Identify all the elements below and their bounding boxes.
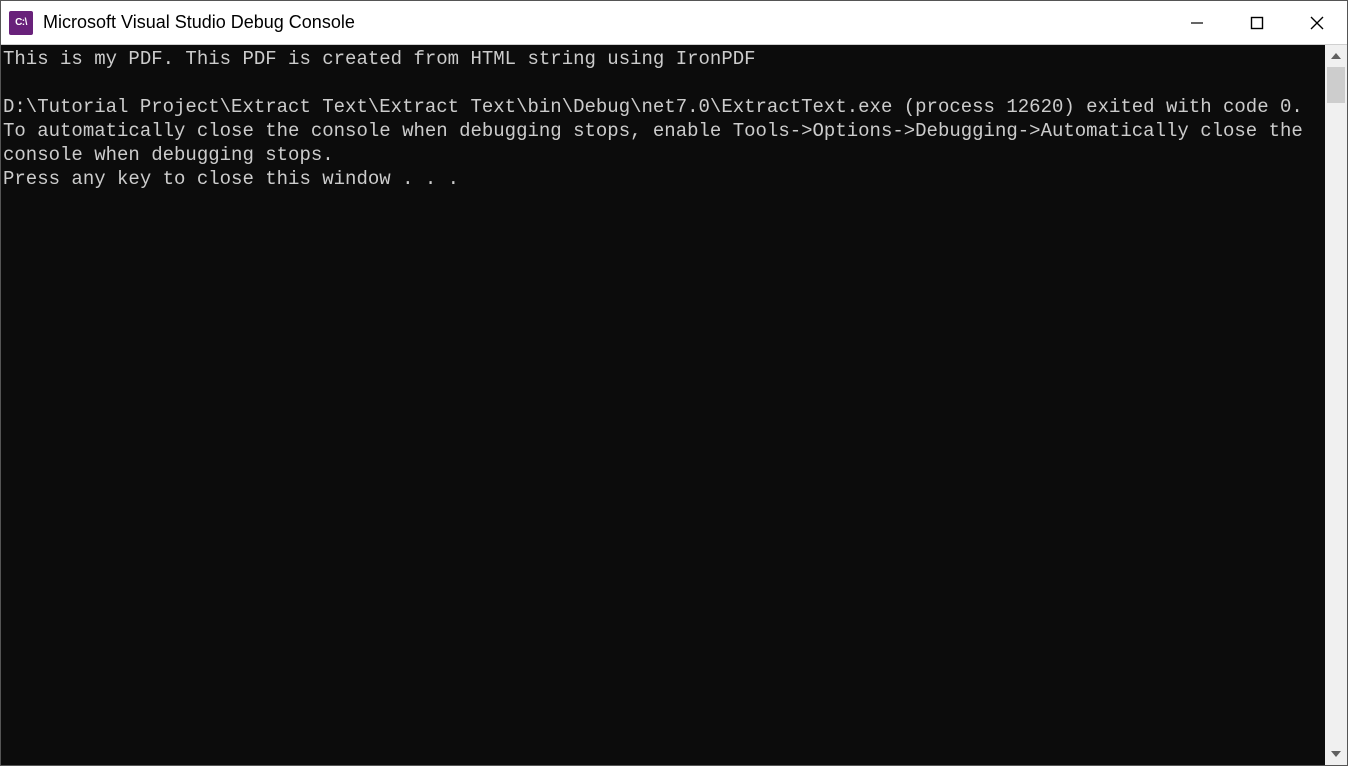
window-title: Microsoft Visual Studio Debug Console: [43, 12, 1167, 33]
vertical-scrollbar[interactable]: [1325, 45, 1347, 765]
minimize-button[interactable]: [1167, 1, 1227, 44]
maximize-icon: [1250, 16, 1264, 30]
minimize-icon: [1190, 16, 1204, 30]
scroll-up-button[interactable]: [1325, 45, 1347, 67]
close-icon: [1310, 16, 1324, 30]
chevron-down-icon: [1331, 751, 1341, 757]
scroll-down-button[interactable]: [1325, 743, 1347, 765]
app-icon: C:\: [9, 11, 33, 35]
scroll-track[interactable]: [1325, 67, 1347, 743]
window-controls: [1167, 1, 1347, 44]
maximize-button[interactable]: [1227, 1, 1287, 44]
console-output[interactable]: This is my PDF. This PDF is created from…: [1, 45, 1325, 765]
content-area: This is my PDF. This PDF is created from…: [1, 45, 1347, 765]
scroll-thumb[interactable]: [1327, 67, 1345, 103]
titlebar[interactable]: C:\ Microsoft Visual Studio Debug Consol…: [1, 1, 1347, 45]
chevron-up-icon: [1331, 53, 1341, 59]
close-button[interactable]: [1287, 1, 1347, 44]
